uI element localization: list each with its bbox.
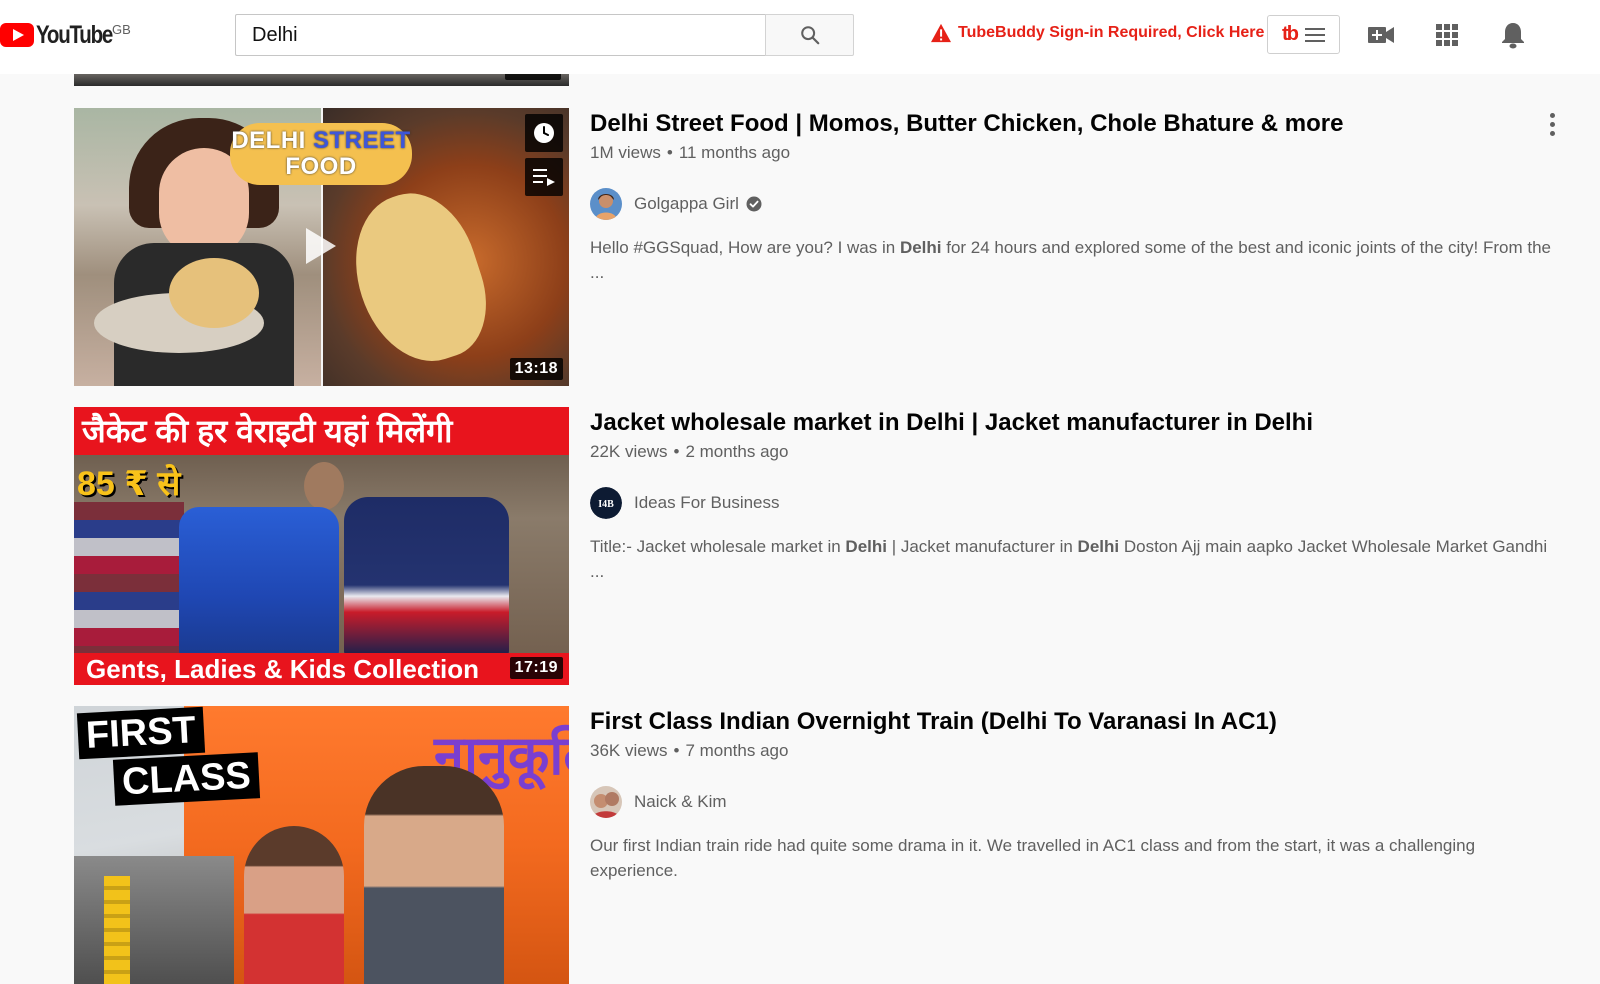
youtube-play-logo-icon xyxy=(0,23,34,47)
thumbnail-text: DELHI xyxy=(231,127,306,154)
channel-name[interactable]: Naick & Kim xyxy=(634,792,727,812)
tubebuddy-alert-text: TubeBuddy Sign-in Required, Click Here xyxy=(958,24,1265,41)
avatar-image xyxy=(590,188,622,220)
avatar-text: I4B xyxy=(598,499,614,510)
upload-age: 7 months ago xyxy=(685,741,789,760)
thumbnail-figure xyxy=(179,507,339,657)
apps-grid-icon xyxy=(1436,24,1458,46)
clock-icon xyxy=(534,123,554,143)
video-description: Title:- Jacket wholesale market in Delhi… xyxy=(590,534,1560,584)
thumbnail-text: Gents, Ladies & Kids Collection xyxy=(74,653,569,685)
avatar-image xyxy=(590,786,622,818)
thumbnail-text: STREET xyxy=(312,127,411,154)
description-highlight: Delhi xyxy=(1077,537,1120,556)
upload-age: 2 months ago xyxy=(685,442,789,461)
apps-button[interactable] xyxy=(1432,20,1462,50)
view-count: 22K views xyxy=(590,442,668,461)
thumbnail-text: FIRST xyxy=(76,706,205,760)
video-thumbnail[interactable]: नानुकूलि FIRST CLASS xyxy=(74,706,569,984)
tubebuddy-signin-alert[interactable]: TubeBuddy Sign-in Required, Click Here xyxy=(930,22,1264,44)
video-thumbnail[interactable]: जैकेट की हर वेराइटी यहां मिलेंगी 85 ₹ से… xyxy=(74,407,569,685)
video-title[interactable]: Jacket wholesale market in Delhi | Jacke… xyxy=(590,407,1570,439)
add-to-queue-icon xyxy=(533,169,555,186)
search-icon xyxy=(800,26,819,45)
description-highlight: Delhi xyxy=(845,537,887,556)
thumbnail-figure xyxy=(74,856,234,984)
video-description: Our first Indian train ride had quite so… xyxy=(590,836,1476,880)
more-vert-icon xyxy=(1549,112,1555,118)
video-info: Delhi Street Food | Momos, Butter Chicke… xyxy=(590,108,1570,285)
notifications-button[interactable] xyxy=(1498,20,1528,50)
create-video-button[interactable] xyxy=(1366,20,1396,50)
channel-link[interactable]: Golgappa Girl xyxy=(590,187,1570,221)
channel-name[interactable]: Ideas For Business xyxy=(634,493,780,513)
notifications-bell-icon xyxy=(1502,23,1524,49)
separator-dot: • xyxy=(666,143,673,162)
video-metadata: 22K views • 2 months ago xyxy=(590,440,1570,464)
masthead: YouTube GB TubeBuddy Sign-in Required, C… xyxy=(0,0,1600,74)
thumbnail-text: जैकेट की हर वेराइटी यहां मिलेंगी xyxy=(74,407,569,455)
thumbnail-figure xyxy=(304,462,344,510)
video-thumbnail[interactable]: DELHI STREET FOOD 13:18 xyxy=(74,108,569,386)
upload-age: 11 months ago xyxy=(678,143,791,162)
thumbnail-figure xyxy=(104,876,130,984)
video-result: नानुकूलि FIRST CLASS First Class Indian … xyxy=(74,706,1600,984)
video-info: Jacket wholesale market in Delhi | Jacke… xyxy=(590,407,1570,584)
thumbnail-figure xyxy=(244,826,344,984)
channel-link[interactable]: I4B Ideas For Business xyxy=(590,486,1570,520)
create-video-icon xyxy=(1368,27,1394,43)
channel-avatar[interactable] xyxy=(590,188,622,220)
youtube-logo[interactable]: YouTube GB xyxy=(0,20,131,50)
video-result: DELHI STREET FOOD 13:18 Delhi Street Foo… xyxy=(74,108,1600,386)
verified-badge-icon xyxy=(746,196,762,212)
duration-badge: 13:18 xyxy=(509,358,563,380)
thumbnail-figure xyxy=(364,766,504,984)
thumbnail-title-badge: DELHI STREET FOOD xyxy=(230,123,412,185)
description-text: Title:- Jacket wholesale market in xyxy=(590,537,846,556)
duration-badge: 17:19 xyxy=(509,657,563,679)
video-metadata: 36K views • 7 months ago xyxy=(590,739,1570,763)
channel-name[interactable]: Golgappa Girl xyxy=(634,194,739,214)
view-count: 36K views xyxy=(590,741,668,760)
thumbnail-text: CLASS xyxy=(112,752,260,806)
channel-avatar[interactable]: I4B xyxy=(590,487,622,519)
thumbnail-figure xyxy=(344,497,509,657)
video-title[interactable]: First Class Indian Overnight Train (Delh… xyxy=(590,706,1570,738)
hamburger-menu-icon xyxy=(1304,27,1325,42)
more-vert-icon xyxy=(1549,130,1555,136)
tubebuddy-menu-button[interactable]: tb xyxy=(1267,15,1340,54)
view-count: 1M views xyxy=(590,143,661,162)
warning-icon xyxy=(931,23,951,43)
search-input[interactable] xyxy=(236,15,765,55)
play-icon xyxy=(306,228,336,264)
add-to-queue-button[interactable] xyxy=(525,158,563,196)
description-highlight: Delhi xyxy=(899,238,942,257)
separator-dot: • xyxy=(673,741,680,760)
logo-wordmark: YouTube xyxy=(36,20,113,49)
thumbnail-text: 85 ₹ से xyxy=(77,465,181,503)
thumbnail-figure xyxy=(169,258,259,328)
more-actions-button[interactable] xyxy=(1542,108,1562,140)
search-button[interactable] xyxy=(765,14,854,56)
more-vert-icon xyxy=(1549,121,1555,127)
search-box xyxy=(235,14,765,56)
channel-link[interactable]: Naick & Kim xyxy=(590,785,1570,819)
description-text: Hello #GGSquad, How are you? I was in xyxy=(590,238,900,257)
thumbnail-text: FOOD xyxy=(285,153,357,180)
video-description: Hello #GGSquad, How are you? I was in De… xyxy=(590,235,1560,285)
thumbnail-figure xyxy=(74,502,184,657)
channel-avatar[interactable] xyxy=(590,786,622,818)
avatar-image: I4B xyxy=(590,487,622,519)
separator-dot: • xyxy=(673,442,680,461)
tubebuddy-logo-icon: tb xyxy=(1282,23,1299,45)
video-title[interactable]: Delhi Street Food | Momos, Butter Chicke… xyxy=(590,108,1570,140)
description-text: | Jacket manufacturer in xyxy=(886,537,1078,556)
video-info: First Class Indian Overnight Train (Delh… xyxy=(590,706,1570,883)
video-result: जैकेट की हर वेराइटी यहां मिलेंगी 85 ₹ से… xyxy=(74,407,1600,685)
region-code: GB xyxy=(112,22,131,37)
watch-later-button[interactable] xyxy=(525,114,563,152)
video-metadata: 1M views • 11 months ago xyxy=(590,141,1570,165)
